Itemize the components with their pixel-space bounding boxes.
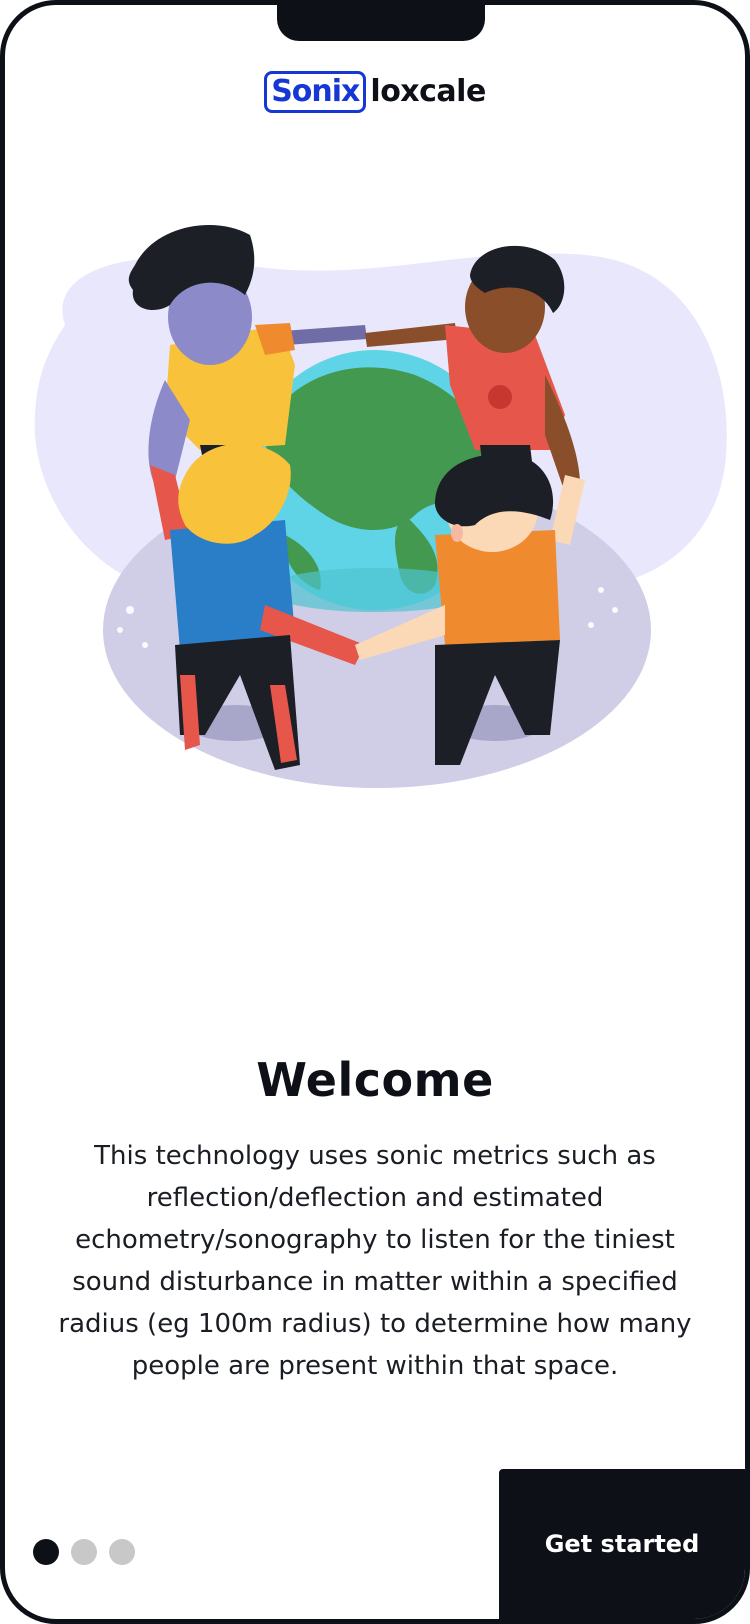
sparkle [126, 606, 134, 614]
device-notch [277, 5, 485, 41]
sparkle [142, 642, 148, 648]
pager-dot-3[interactable] [109, 1539, 135, 1565]
phone-frame: Sonix loxcale Welcome This technology us… [0, 0, 750, 1624]
pager-dots [33, 1539, 135, 1565]
onboarding-description: This technology uses sonic metrics such … [58, 1141, 692, 1381]
logo-badge-text: Sonix [271, 74, 360, 109]
sparkle [117, 627, 123, 633]
app-logo: Sonix loxcale [5, 71, 745, 113]
sparkle [612, 607, 618, 613]
onboarding-title: Welcome [256, 1053, 494, 1107]
pager-dot-2[interactable] [71, 1539, 97, 1565]
get-started-button[interactable]: Get started [499, 1469, 745, 1619]
logo-badge: Sonix [264, 71, 367, 113]
people-around-globe-illustration [34, 225, 727, 788]
sparkle [598, 587, 604, 593]
get-started-label: Get started [544, 1530, 700, 1558]
logo-wordmark: loxcale [370, 74, 486, 109]
sparkle [588, 622, 594, 628]
pager-dot-1[interactable] [33, 1539, 59, 1565]
